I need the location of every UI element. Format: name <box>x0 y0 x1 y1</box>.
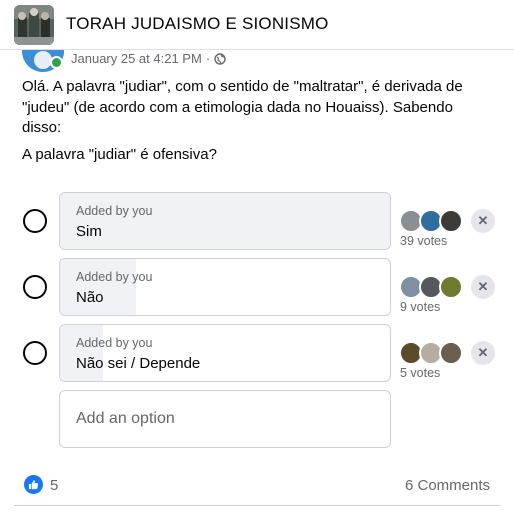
post-footer: 5 6 Comments <box>0 470 514 500</box>
option-label: Não <box>76 289 104 306</box>
group-header: TORAH JUDAISMO E SIONISMO <box>0 0 514 50</box>
avatar <box>439 209 463 233</box>
poll-question: A palavra "judiar" é ofensiva? <box>22 146 217 163</box>
voter-avatars[interactable] <box>399 209 465 233</box>
vote-count[interactable]: 9 votes <box>400 300 440 314</box>
comments-count[interactable]: 6 Comments <box>405 477 490 494</box>
remove-option-button[interactable]: ✕ <box>471 275 495 299</box>
poll-radio-nao[interactable] <box>23 275 47 299</box>
poll-option-bar <box>60 325 103 381</box>
vote-count[interactable]: 39 votes <box>400 234 447 248</box>
poll-option-nao[interactable]: Added by you Não <box>59 258 391 316</box>
like-reaction-icon[interactable] <box>24 475 43 494</box>
poll-option-sim[interactable]: Added by you Sim <box>59 192 391 250</box>
footer-divider <box>14 505 500 506</box>
like-count[interactable]: 5 <box>50 477 58 494</box>
post-meta: January 25 at 4:21 PM · <box>71 51 226 66</box>
option-label: Sim <box>76 223 102 240</box>
poll-option-bar <box>60 259 136 315</box>
post-timestamp[interactable]: January 25 at 4:21 PM <box>71 51 202 66</box>
vote-count[interactable]: 5 votes <box>400 366 440 380</box>
option-added-by: Added by you <box>76 270 153 284</box>
online-status-dot <box>50 56 63 69</box>
avatar <box>439 341 463 365</box>
group-title[interactable]: TORAH JUDAISMO E SIONISMO <box>66 14 329 34</box>
poll-option-nao-sei[interactable]: Added by you Não sei / Depende <box>59 324 391 382</box>
voter-avatars[interactable] <box>399 275 465 299</box>
option-added-by: Added by you <box>76 204 153 218</box>
voter-avatars[interactable] <box>399 341 465 365</box>
group-avatar[interactable] <box>14 5 54 45</box>
avatar <box>439 275 463 299</box>
add-option-placeholder: Add an option <box>76 410 175 427</box>
remove-option-button[interactable]: ✕ <box>471 341 495 365</box>
poll-option-bar <box>60 193 390 249</box>
poll-radio-nao-sei[interactable] <box>23 341 47 365</box>
option-added-by: Added by you <box>76 336 153 350</box>
add-option-input[interactable]: Add an option <box>59 390 391 448</box>
remove-option-button[interactable]: ✕ <box>471 209 495 233</box>
meta-separator: · <box>205 51 211 66</box>
poll-radio-sim[interactable] <box>23 209 47 233</box>
post-text: Olá. A palavra "judiar", com o sentido d… <box>22 78 463 136</box>
globe-icon <box>214 52 226 65</box>
option-label: Não sei / Depende <box>76 355 201 372</box>
